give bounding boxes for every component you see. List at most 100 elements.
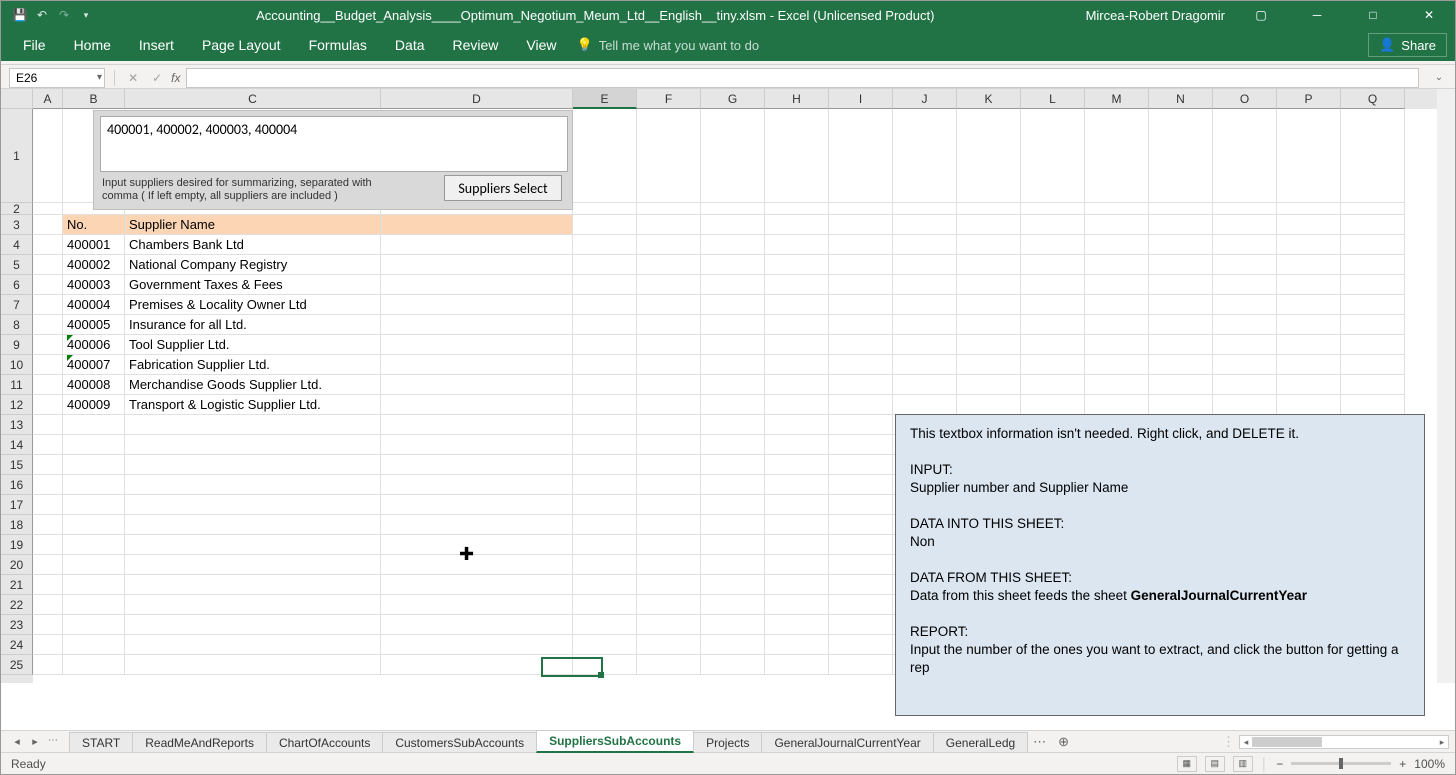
chevron-down-icon[interactable]: ▾	[97, 72, 102, 83]
qat-customize-icon[interactable]: ▾	[77, 6, 95, 24]
row-header-8[interactable]: 8	[1, 315, 33, 335]
sheet-more-icon[interactable]: ⋯	[45, 735, 61, 748]
zoom-in-icon[interactable]: +	[1399, 757, 1406, 771]
column-header-N[interactable]: N	[1149, 89, 1213, 109]
tab-page-layout[interactable]: Page Layout	[188, 29, 295, 61]
zoom-level[interactable]: 100%	[1414, 757, 1445, 771]
column-header-H[interactable]: H	[765, 89, 829, 109]
row-header-5[interactable]: 5	[1, 255, 33, 275]
close-icon[interactable]: ✕	[1409, 1, 1449, 29]
horizontal-scrollbar[interactable]: ◂ ▸	[1239, 735, 1449, 749]
tell-me-search[interactable]: 💡 Tell me what you want to do	[577, 37, 760, 53]
titlebar: 💾 ↶ ↷ ▾ Accounting__Budget_Analysis____O…	[1, 1, 1455, 29]
row-header-6[interactable]: 6	[1, 275, 33, 295]
sheet-tab-start[interactable]: START	[69, 732, 133, 753]
status-bar: Ready ▦ ▤ ▥ │ − + 100%	[1, 752, 1455, 774]
sheet-tab-customerssubaccounts[interactable]: CustomersSubAccounts	[382, 732, 537, 753]
minimize-icon[interactable]: ─	[1297, 1, 1337, 29]
suppliers-input-panel: Input suppliers desired for summarizing,…	[93, 110, 573, 210]
page-layout-view-icon[interactable]: ▤	[1205, 756, 1225, 772]
row-header-10[interactable]: 10	[1, 355, 33, 375]
name-box[interactable]: E26 ▾	[9, 68, 105, 88]
undo-icon[interactable]: ↶	[33, 6, 51, 24]
vertical-scrollbar[interactable]	[1437, 89, 1455, 683]
row-header-19[interactable]: 19	[1, 535, 33, 555]
sheet-tab-generaljournalcurrentyear[interactable]: GeneralJournalCurrentYear	[761, 732, 933, 753]
window-title: Accounting__Budget_Analysis____Optimum_N…	[105, 8, 1086, 23]
row-header-21[interactable]: 21	[1, 575, 33, 595]
status-ready: Ready	[11, 757, 46, 771]
sheet-tab-readmeandreports[interactable]: ReadMeAndReports	[132, 732, 267, 753]
row-header-9[interactable]: 9	[1, 335, 33, 355]
column-header-B[interactable]: B	[63, 89, 125, 109]
sheet-nav: ◂ ▸ ⋯	[1, 735, 69, 748]
sheet-tab-supplierssubaccounts[interactable]: SuppliersSubAccounts	[536, 730, 694, 753]
column-header-O[interactable]: O	[1213, 89, 1277, 109]
tab-view[interactable]: View	[512, 29, 570, 61]
row-header-11[interactable]: 11	[1, 375, 33, 395]
fx-icon[interactable]: fx	[171, 71, 180, 85]
normal-view-icon[interactable]: ▦	[1177, 756, 1197, 772]
zoom-slider[interactable]	[1291, 762, 1391, 765]
column-header-M[interactable]: M	[1085, 89, 1149, 109]
sheet-prev-icon[interactable]: ▸	[27, 735, 43, 748]
expand-formula-icon[interactable]: ⌄	[1429, 72, 1449, 83]
column-header-I[interactable]: I	[829, 89, 893, 109]
column-header-C[interactable]: C	[125, 89, 381, 109]
sheet-first-icon[interactable]: ◂	[9, 735, 25, 748]
column-header-E[interactable]: E	[573, 89, 637, 109]
row-header-25[interactable]: 25	[1, 655, 33, 675]
sheet-tab-generalledg[interactable]: GeneralLedg	[933, 732, 1028, 753]
column-header-G[interactable]: G	[701, 89, 765, 109]
sheet-tab-chartofaccounts[interactable]: ChartOfAccounts	[266, 732, 383, 753]
share-button[interactable]: 👤 Share	[1368, 33, 1447, 57]
tab-review[interactable]: Review	[439, 29, 513, 61]
column-header-J[interactable]: J	[893, 89, 957, 109]
row-header-24[interactable]: 24	[1, 635, 33, 655]
sheet-ellipsis[interactable]: ⋯	[1027, 734, 1052, 750]
row-header-14[interactable]: 14	[1, 435, 33, 455]
row-header-20[interactable]: 20	[1, 555, 33, 575]
tab-insert[interactable]: Insert	[125, 29, 188, 61]
column-header-Q[interactable]: Q	[1341, 89, 1405, 109]
row-header-16[interactable]: 16	[1, 475, 33, 495]
redo-icon[interactable]: ↷	[55, 6, 73, 24]
column-header-K[interactable]: K	[957, 89, 1021, 109]
enter-formula-icon: ✓	[147, 71, 167, 85]
row-header-23[interactable]: 23	[1, 615, 33, 635]
tab-file[interactable]: File	[9, 29, 60, 61]
row-header-15[interactable]: 15	[1, 455, 33, 475]
row-header-7[interactable]: 7	[1, 295, 33, 315]
select-all[interactable]	[1, 89, 33, 109]
row-header-13[interactable]: 13	[1, 415, 33, 435]
row-header-17[interactable]: 17	[1, 495, 33, 515]
row-header-4[interactable]: 4	[1, 235, 33, 255]
column-header-A[interactable]: A	[33, 89, 63, 109]
new-sheet-icon[interactable]: ⊕	[1052, 734, 1075, 750]
column-header-L[interactable]: L	[1021, 89, 1085, 109]
suppliers-input[interactable]	[100, 116, 568, 172]
row-header-2[interactable]: 2	[1, 203, 33, 215]
sheet-tab-projects[interactable]: Projects	[693, 732, 762, 753]
column-headers: ABCDEFGHIJKLMNOPQ	[33, 89, 1437, 109]
row-header-1[interactable]: 1	[1, 109, 33, 203]
tab-formulas[interactable]: Formulas	[295, 29, 381, 61]
sheet-tabs: STARTReadMeAndReportsChartOfAccountsCust…	[69, 731, 1027, 753]
page-break-view-icon[interactable]: ▥	[1233, 756, 1253, 772]
row-header-18[interactable]: 18	[1, 515, 33, 535]
column-header-F[interactable]: F	[637, 89, 701, 109]
ribbon-options-icon[interactable]: ▢	[1241, 1, 1281, 29]
tab-home[interactable]: Home	[60, 29, 125, 61]
formula-input[interactable]	[186, 68, 1419, 88]
suppliers-select-button[interactable]: Suppliers Select	[444, 175, 562, 201]
save-icon[interactable]: 💾	[11, 6, 29, 24]
column-header-P[interactable]: P	[1277, 89, 1341, 109]
row-header-12[interactable]: 12	[1, 395, 33, 415]
tab-data[interactable]: Data	[381, 29, 439, 61]
info-textbox[interactable]: This textbox information isn't needed. R…	[895, 414, 1425, 716]
maximize-icon[interactable]: □	[1353, 1, 1393, 29]
zoom-out-icon[interactable]: −	[1276, 757, 1283, 771]
column-header-D[interactable]: D	[381, 89, 573, 109]
row-header-3[interactable]: 3	[1, 215, 33, 235]
row-header-22[interactable]: 22	[1, 595, 33, 615]
